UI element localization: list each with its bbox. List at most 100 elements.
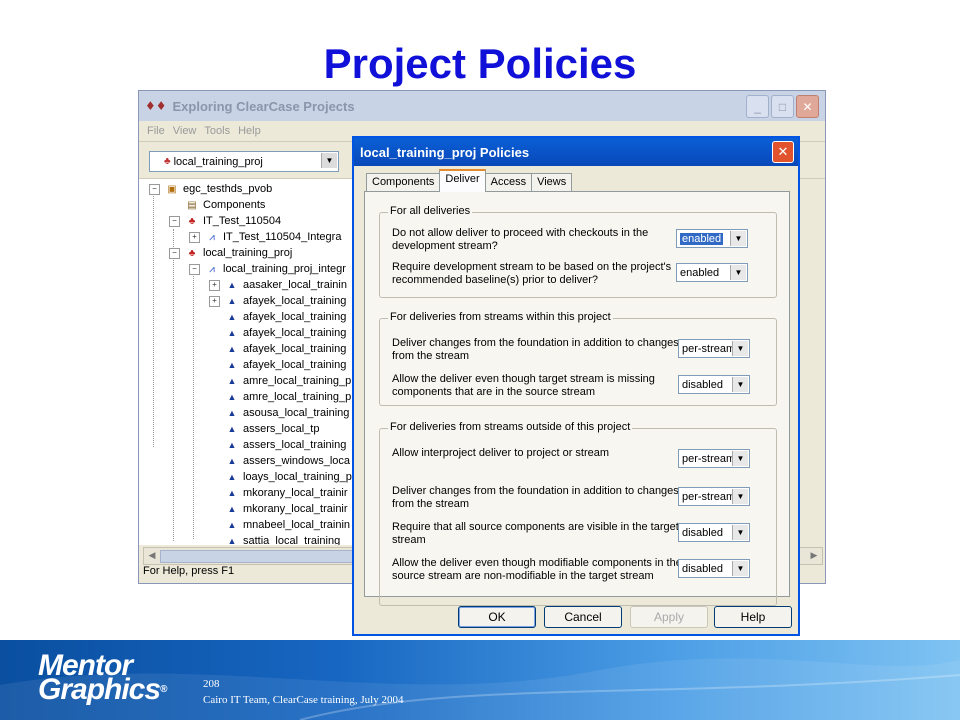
deliver-tab-panel: For all deliveries Do not allow deliver t… [364, 191, 790, 606]
dev-stream-icon: ▲ [227, 520, 237, 530]
dev-stream-icon: ▲ [227, 440, 237, 450]
tab-access[interactable]: Access [484, 173, 533, 192]
project-combo[interactable]: ♣ local_training_proj ▼ [149, 151, 339, 172]
policy-select[interactable]: enabled ▼ [676, 229, 748, 248]
chevron-down-icon[interactable]: ▼ [732, 341, 748, 356]
policy-label: Do not allow deliver to proceed with che… [392, 227, 649, 252]
minimize-button[interactable]: _ [746, 95, 769, 118]
tree-item[interactable]: − ▣ egc_testhds_pvob [149, 181, 272, 197]
explorer-titlebar[interactable]: ♦♦ Exploring ClearCase Projects _ □ ✕ [139, 91, 825, 121]
menu-view[interactable]: View [173, 125, 197, 137]
tree-item[interactable]: + ⩘ IT_Test_110504_Integra [189, 229, 341, 245]
policy-label: Allow the deliver even though modifiable… [392, 557, 682, 582]
scroll-left-icon[interactable]: ◀ [144, 548, 160, 564]
policy-label: Deliver changes from the foundation in a… [392, 485, 679, 510]
cancel-button[interactable]: Cancel [544, 606, 622, 628]
tree-item-label: IT_Test_110504_Integra [223, 231, 342, 243]
dev-stream-icon: ▲ [227, 392, 237, 402]
menu-tools[interactable]: Tools [204, 125, 230, 137]
tree-item[interactable]: − ⩘ local_training_proj_integr [189, 261, 346, 277]
policy-select[interactable]: disabled ▼ [678, 523, 750, 542]
project-icon: ♣ [188, 247, 196, 259]
logo-line-2: Graphics [38, 673, 161, 706]
tree-item[interactable]: + ▲ aasaker_local_trainin [209, 277, 347, 293]
chevron-down-icon[interactable]: ▼ [730, 231, 746, 246]
expand-icon[interactable]: + [189, 231, 200, 243]
policy-select-value: per-stream [682, 452, 736, 465]
tree-item[interactable]: + ▲ afayek_local_training [209, 293, 346, 309]
tree-item[interactable]: ▲ asousa_local_training [209, 405, 350, 421]
collapse-icon[interactable]: − [169, 247, 180, 259]
collapse-icon[interactable]: − [189, 263, 200, 275]
expand-icon[interactable]: + [209, 279, 220, 291]
tree-item-label: mnabeel_local_trainin [243, 519, 351, 531]
tree-item-label: assers_local_training [243, 439, 347, 451]
tree-item-label: local_training_proj_integr [223, 263, 346, 275]
tree-item[interactable]: ▲ sattia_local_training [209, 533, 341, 545]
dev-stream-icon: ▲ [227, 408, 237, 418]
tree-item[interactable]: ▲ amre_local_training_p [209, 389, 352, 405]
logo-registered-mark: ® [160, 684, 167, 695]
tree-item[interactable]: ▲ amre_local_training_p [209, 373, 352, 389]
policy-select[interactable]: disabled ▼ [678, 375, 750, 394]
tab-components[interactable]: Components [366, 173, 441, 192]
scroll-right-icon[interactable]: ▶ [806, 548, 822, 564]
tree-item[interactable]: ▲ afayek_local_training [209, 357, 347, 373]
chevron-down-icon[interactable]: ▼ [732, 489, 748, 504]
policy-select[interactable]: per-stream ▼ [678, 449, 750, 468]
tree-item[interactable]: ▤ Components [169, 197, 265, 213]
collapse-icon[interactable]: − [149, 183, 160, 195]
tree-item[interactable]: ▲ mkorany_local_trainir [209, 485, 348, 501]
help-button[interactable]: Help [714, 606, 792, 628]
policy-group: For deliveries from streams within this … [379, 311, 777, 406]
components-folder-icon: ▤ [187, 199, 197, 211]
policy-label: Allow interproject deliver to project or… [392, 447, 610, 459]
ok-button[interactable]: OK [458, 606, 536, 628]
tree-item[interactable]: − ♣ local_training_proj [169, 245, 292, 261]
dev-stream-icon: ▲ [227, 472, 237, 482]
collapse-icon[interactable]: − [169, 215, 180, 227]
chevron-down-icon[interactable]: ▼ [321, 153, 337, 168]
apply-button[interactable]: Apply [630, 606, 708, 628]
tree-item[interactable]: ▲ afayek_local_training [209, 309, 347, 325]
policy-select[interactable]: enabled ▼ [676, 263, 748, 282]
tree-item[interactable]: ▲ mnabeel_local_trainin [209, 517, 350, 533]
policy-select-value: enabled [680, 266, 720, 279]
tree-item[interactable]: ▲ mkorany_local_trainir [209, 501, 348, 517]
menu-file[interactable]: File [147, 125, 165, 137]
project-tree[interactable]: − ▣ egc_testhds_pvob ▤ Components − ♣ IT_Test_1… [139, 179, 354, 545]
dialog-titlebar[interactable]: local_training_proj Policies ✕ [354, 138, 798, 166]
tree-item[interactable]: − ♣ IT_Test_110504 [169, 213, 281, 229]
dev-stream-icon: ▲ [227, 296, 237, 306]
tree-item[interactable]: ▲ afayek_local_training [209, 341, 347, 357]
chevron-down-icon[interactable]: ▼ [732, 377, 748, 392]
policy-select[interactable]: per-stream ▼ [678, 487, 750, 506]
tree-connector-line [173, 251, 174, 541]
menu-help[interactable]: Help [238, 125, 261, 137]
tree-item[interactable]: ▲ assers_local_training [209, 437, 347, 453]
policy-select[interactable]: per-stream ▼ [678, 339, 750, 358]
tab-deliver[interactable]: Deliver [439, 169, 486, 192]
dialog-close-icon[interactable]: ✕ [772, 141, 794, 163]
chevron-down-icon[interactable]: ▼ [730, 265, 746, 280]
tree-item[interactable]: ▲ assers_local_tp [209, 421, 320, 437]
chevron-down-icon[interactable]: ▼ [732, 561, 748, 576]
explorer-close-button[interactable]: ✕ [796, 95, 819, 118]
policy-group: For deliveries from streams outside of t… [379, 421, 777, 606]
tree-item[interactable]: ▲ assers_windows_loca [209, 453, 350, 469]
tree-item[interactable]: ▲ afayek_local_training [209, 325, 347, 341]
tree-item-label: afayek_local_training [243, 343, 347, 355]
chevron-down-icon[interactable]: ▼ [732, 451, 748, 466]
maximize-button[interactable]: □ [771, 95, 794, 118]
integration-stream-icon: ⩘ [209, 231, 215, 243]
tab-views[interactable]: Views [531, 173, 573, 192]
tree-item[interactable]: ▲ loays_local_training_p [209, 469, 352, 485]
slide-footer: Mentor Graphics® 208 Cairo IT Team, Clea… [0, 640, 960, 720]
pvob-icon: ▣ [167, 183, 177, 195]
expand-icon[interactable]: + [209, 295, 220, 307]
chevron-down-icon[interactable]: ▼ [732, 525, 748, 540]
tree-connector-line [193, 269, 194, 539]
policy-label: Require development stream to be based o… [392, 261, 672, 286]
policy-select-value: disabled [682, 378, 723, 391]
policy-select[interactable]: disabled ▼ [678, 559, 750, 578]
